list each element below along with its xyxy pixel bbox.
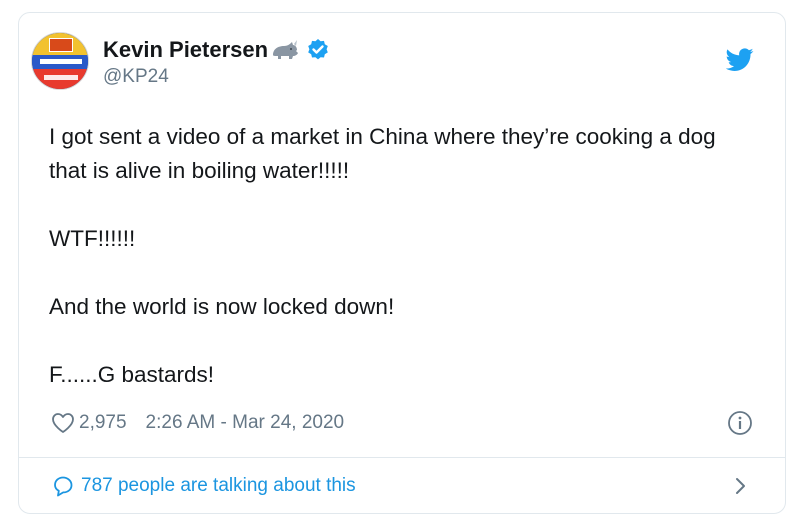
talking-about-text[interactable]: 787 people are talking about this	[81, 475, 356, 497]
name-row: Kevin Pietersen	[103, 35, 330, 65]
chevron-right-icon[interactable]	[733, 476, 749, 496]
tweet-meta: 2,975 2:26 AM - Mar 24, 2020	[51, 408, 344, 438]
tweet-paragraph: And the world is now locked down!	[49, 294, 395, 319]
heart-icon[interactable]	[51, 412, 75, 434]
rhino-icon	[273, 39, 299, 59]
handle[interactable]: @KP24	[103, 66, 330, 88]
verified-icon	[308, 38, 328, 59]
tweet-paragraph: F......G bastards!	[49, 362, 215, 387]
divider	[19, 457, 785, 458]
avatar-stay-home-logo	[49, 38, 73, 52]
avatar[interactable]	[31, 32, 89, 90]
avatar-strip	[40, 59, 82, 64]
tweet-text: I got sent a video of a market in China …	[49, 120, 759, 426]
tweet-paragraph: WTF!!!!!!	[49, 226, 136, 251]
conversation-link[interactable]: 787 people are talking about this	[51, 471, 356, 501]
info-icon[interactable]	[727, 410, 753, 436]
comment-icon	[54, 476, 73, 497]
tweet-header: Kevin Pietersen @KP24	[31, 30, 330, 92]
timestamp[interactable]: 2:26 AM - Mar 24, 2020	[146, 412, 345, 434]
author-names: Kevin Pietersen @KP24	[103, 35, 330, 88]
display-name[interactable]: Kevin Pietersen	[103, 37, 268, 63]
twitter-bird-icon[interactable]	[726, 48, 754, 72]
like-count[interactable]: 2,975	[79, 412, 127, 434]
tweet-paragraph: I got sent a video of a market in China …	[49, 124, 716, 183]
avatar-strip-lower	[44, 75, 78, 80]
